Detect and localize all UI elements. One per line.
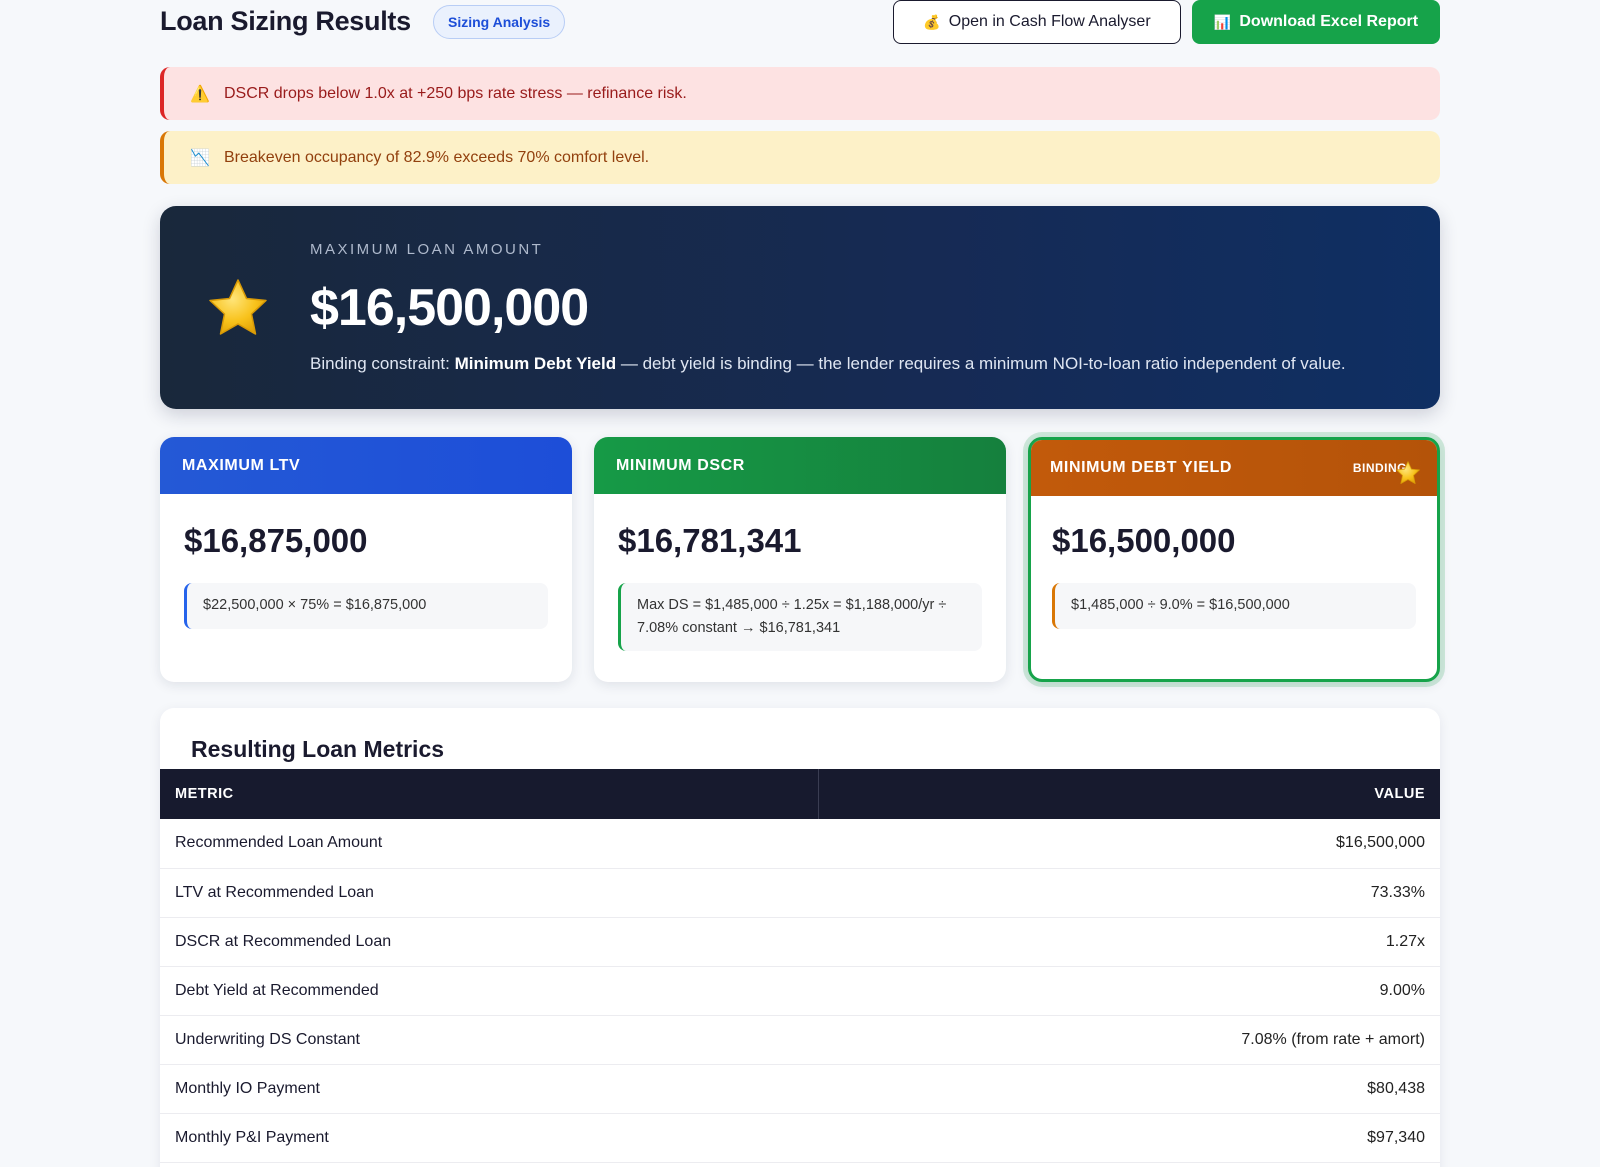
max-loan-amount: $16,500,000 [310,279,589,337]
table-row: DSCR at Recommended Loan 1.27x [160,917,1440,967]
binding-constraint-text: Binding constraint: Minimum Debt Yield —… [310,354,1346,374]
metric-name: Monthly IO Payment [160,1064,818,1114]
sizing-analysis-tag: Sizing Analysis [433,5,566,39]
table-row: LTV at Recommended Loan 73.33% [160,868,1440,918]
metric-name: Debt Yield at Recommended [160,966,818,1016]
page: Loan Sizing Results Sizing Analysis 💰 Op… [160,0,1440,1167]
alert-text: Breakeven occupancy of 82.9% exceeds 70%… [224,148,650,166]
table-row: Recommended Loan Amount $16,500,000 [160,819,1440,869]
metric-value: $80,438 [818,1064,1440,1114]
star-icon [209,279,267,335]
card-formula: $1,485,000 ÷ 9.0% = $16,500,000 [1052,583,1416,629]
card-title: MINIMUM DSCR [594,437,1006,494]
metric-value: 7.08% (from rate + amort) [818,1015,1440,1065]
loan-metrics-table: METRIC VALUE Recommended Loan Amount $16… [160,769,1440,1163]
alert-text: DSCR drops below 1.0x at +250 bps rate s… [224,84,687,102]
metric-name: Recommended Loan Amount [160,819,818,869]
page-header: Loan Sizing Results Sizing Analysis 💰 Op… [160,0,1440,46]
card-min-debt-yield: MINIMUM DEBT YIELD BINDING $16,500,000 $… [1028,437,1440,682]
metric-name: Monthly P&I Payment [160,1113,818,1163]
metric-value: 73.33% [818,868,1440,918]
warning-icon: ⚠️ [190,85,210,103]
card-formula: $22,500,000 × 75% = $16,875,000 [184,583,548,629]
section-title: Resulting Loan Metrics [191,736,445,762]
table-row: Monthly P&I Payment $97,340 [160,1113,1440,1163]
binding-explanation: — debt yield is binding — the lender req… [616,354,1346,373]
metric-name: LTV at Recommended Loan [160,868,818,918]
card-max-ltv: MAXIMUM LTV $16,875,000 $22,500,000 × 75… [160,437,572,682]
hero-label: MAXIMUM LOAN AMOUNT [310,241,544,258]
chart-down-icon: 📉 [190,149,210,167]
download-excel-label: Download Excel Report [1239,13,1419,30]
download-excel-button[interactable]: 📊 Download Excel Report [1192,0,1440,44]
metric-value: 1.27x [818,917,1440,967]
chart-icon: 📊 [1213,13,1232,30]
card-header: MINIMUM DEBT YIELD BINDING [1031,440,1437,496]
alert-breakeven: 📉 Breakeven occupancy of 82.9% exceeds 7… [160,131,1440,184]
loan-metrics-section: Resulting Loan Metrics METRIC VALUE Reco… [160,708,1440,1167]
open-cash-flow-button[interactable]: 💰 Open in Cash Flow Analyser [893,0,1181,44]
alert-dscr-stress: ⚠️ DSCR drops below 1.0x at +250 bps rat… [160,67,1440,120]
metric-name: Underwriting DS Constant [160,1015,818,1065]
table-header-row: METRIC VALUE [160,769,1440,819]
metric-value: $16,500,000 [818,819,1440,869]
open-cash-flow-label: Open in Cash Flow Analyser [948,13,1151,30]
column-header-metric: METRIC [160,769,818,819]
table-row: Debt Yield at Recommended 9.00% [160,966,1440,1016]
card-min-dscr: MINIMUM DSCR $16,781,341 Max DS = $1,485… [594,437,1006,682]
card-amount: $16,781,341 [618,522,802,559]
card-title: MAXIMUM LTV [160,437,572,494]
card-amount: $16,875,000 [184,522,368,559]
column-header-value: VALUE [817,769,1440,819]
card-formula: Max DS = $1,485,000 ÷ 1.25x = $1,188,000… [618,583,982,651]
metric-name: DSCR at Recommended Loan [160,917,818,967]
table-row: Underwriting DS Constant 7.08% (from rat… [160,1015,1440,1065]
card-title: MINIMUM DEBT YIELD [1050,459,1233,476]
max-loan-hero: MAXIMUM LOAN AMOUNT $16,500,000 Binding … [160,206,1440,409]
metric-value: 9.00% [818,966,1440,1016]
metric-value: $97,340 [818,1113,1440,1163]
table-row: Monthly IO Payment $80,438 [160,1064,1440,1114]
binding-constraint-name: Minimum Debt Yield [454,354,617,373]
page-title: Loan Sizing Results [160,6,411,36]
card-amount: $16,500,000 [1052,522,1236,559]
star-icon [1396,461,1420,484]
money-bag-icon: 💰 [923,13,941,30]
binding-prefix: Binding constraint: [310,354,455,373]
